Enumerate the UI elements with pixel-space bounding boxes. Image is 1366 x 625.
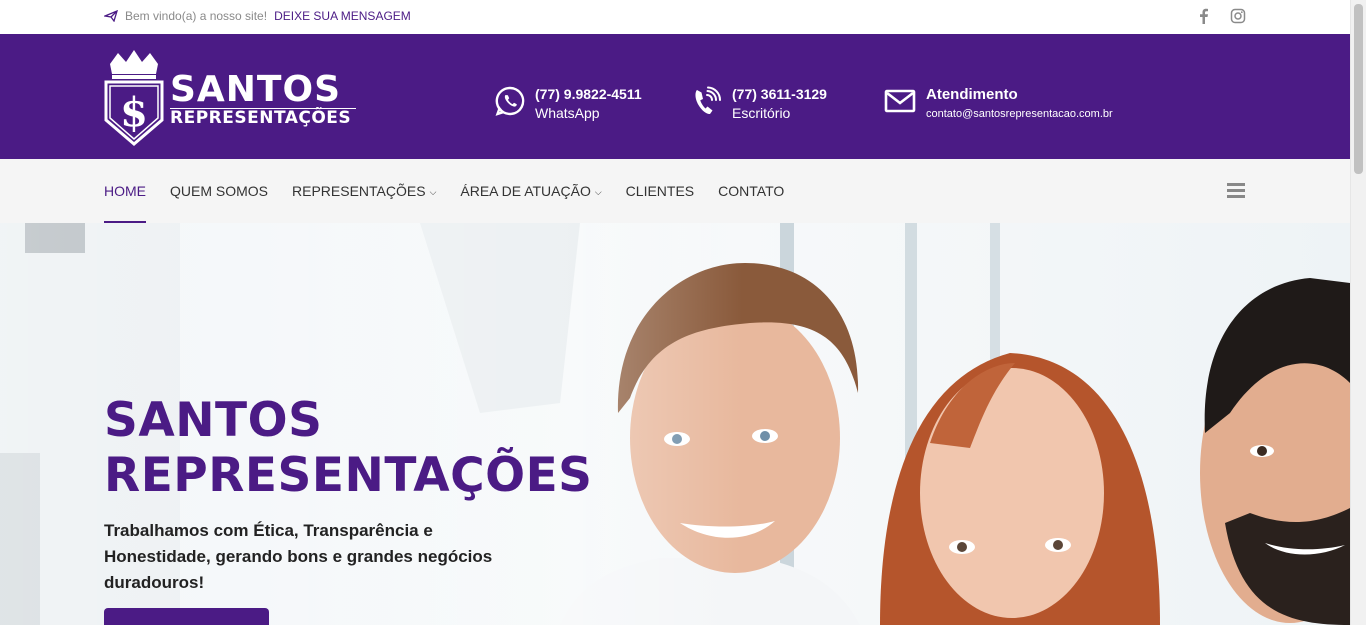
office-label: Escritório [732, 105, 791, 121]
menu-icon[interactable] [1227, 183, 1245, 199]
facebook-icon[interactable] [1196, 7, 1212, 25]
scrollbar-thumb[interactable] [1354, 4, 1363, 174]
nav-label: CLIENTES [625, 183, 695, 199]
paper-plane-icon [104, 10, 118, 22]
nav-label: REPRESENTAÇÕES [292, 183, 426, 199]
hero-title-line1: SANTOS [104, 393, 323, 448]
main-nav: HOME QUEM SOMOS REPRESENTAÇÕES ⌵ ÁREA DE … [0, 159, 1350, 223]
social-links [1196, 7, 1246, 25]
whatsapp-label: WhatsApp [535, 105, 600, 121]
whatsapp-icon [495, 86, 525, 116]
contact-office[interactable]: (77) 3611-3129 Escritório [692, 86, 827, 123]
contact-email[interactable]: Atendimento contato@santosrepresentacao.… [884, 86, 1113, 125]
nav-label: HOME [104, 183, 146, 199]
logo-subtitle: REPRESENTAÇÕES [170, 108, 352, 128]
logo-brand: SANTOS [170, 69, 342, 110]
email-address: contato@santosrepresentacao.com.br [926, 108, 1113, 120]
email-title: Atendimento [926, 86, 1018, 103]
nav-representacoes[interactable]: REPRESENTAÇÕES ⌵ [292, 159, 436, 223]
hero-cta-button[interactable] [104, 608, 269, 625]
svg-text:$: $ [120, 89, 148, 136]
welcome-message: Bem vindo(a) a nosso site! DEIXE SUA MEN… [104, 9, 411, 23]
leave-message-link[interactable]: DEIXE SUA MENSAGEM [274, 9, 411, 23]
hero-lead: Trabalhamos com Ética, Transparência e H… [104, 521, 493, 592]
chevron-down-icon: ⌵ [429, 186, 437, 197]
envelope-icon [884, 89, 916, 113]
nav-home[interactable]: HOME [104, 159, 146, 223]
phone-icon [695, 86, 722, 115]
nav-label: CONTATO [718, 183, 785, 199]
nav-label: QUEM SOMOS [170, 183, 269, 199]
crown-shield-emblem: $ [104, 50, 164, 146]
santos-logo[interactable]: $ SANTOS REPRESENTAÇÕES [104, 48, 359, 146]
chevron-down-icon: ⌵ [594, 186, 602, 197]
office-number: (77) 3611-3129 [732, 86, 827, 102]
hero-banner: SANTOS REPRESENTAÇÕES Trabalhamos com Ét… [0, 223, 1350, 625]
nav-quem-somos[interactable]: QUEM SOMOS [170, 159, 268, 223]
nav-contato[interactable]: CONTATO [718, 159, 784, 223]
welcome-text: Bem vindo(a) a nosso site! [125, 9, 268, 23]
nav-area-de-atuacao[interactable]: ÁREA DE ATUAÇÃO ⌵ [460, 159, 601, 223]
top-bar: Bem vindo(a) a nosso site! DEIXE SUA MEN… [0, 0, 1350, 34]
hero-title: SANTOS REPRESENTAÇÕES [104, 393, 593, 503]
whatsapp-number: (77) 9.9822-4511 [535, 86, 642, 102]
nav-label: ÁREA DE ATUAÇÃO [460, 183, 591, 199]
site-header: $ SANTOS REPRESENTAÇÕES (77) 9.9822-4511… [0, 34, 1350, 159]
instagram-icon[interactable] [1230, 7, 1246, 25]
page-scrollbar[interactable] [1350, 0, 1366, 625]
hero-title-line2: REPRESENTAÇÕES [104, 448, 593, 503]
contact-whatsapp[interactable]: (77) 9.9822-4511 WhatsApp [495, 86, 642, 123]
nav-clientes[interactable]: CLIENTES [626, 159, 694, 223]
